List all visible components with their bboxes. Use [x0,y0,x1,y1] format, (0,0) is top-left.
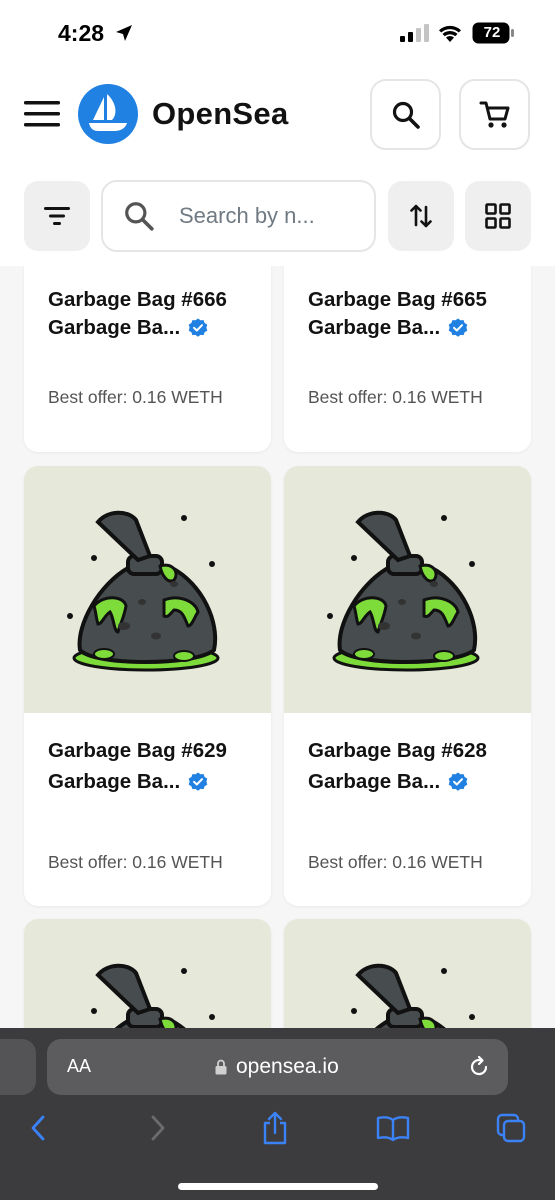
nft-image[interactable] [284,466,531,713]
lock-icon [215,1059,227,1075]
url-text[interactable]: opensea.io [236,1055,339,1079]
search-icon [392,101,420,129]
best-offer: Best offer: 0.16 WETH [48,387,223,407]
nft-collection[interactable]: Garbage Ba... [48,316,208,340]
filter-toolbar [0,166,555,266]
location-arrow-icon [116,25,132,41]
nft-card[interactable] [24,919,271,1030]
filter-icon [44,207,70,225]
collection-name: Garbage Ba... [48,316,181,339]
browser-toolbar: AA opensea.io [0,1028,555,1200]
cart-button[interactable] [459,79,530,150]
bookmarks-icon [376,1116,410,1142]
search-input[interactable] [179,203,369,229]
collection-name: Garbage Ba... [308,770,441,793]
nft-image[interactable] [284,919,531,1030]
previous-tab-peek[interactable] [0,1039,36,1095]
nft-card[interactable]: Garbage Bag #629 Garbage Ba... Best offe… [24,466,271,906]
sort-button[interactable] [388,181,454,251]
nft-collection[interactable]: Garbage Ba... [308,770,468,794]
grid-view-button[interactable] [465,181,531,251]
best-offer: Best offer: 0.16 WETH [308,852,483,872]
nft-collection[interactable]: Garbage Ba... [48,770,208,794]
status-bar: 4:28 72 [0,0,555,66]
search-icon [125,202,154,231]
opensea-logo-icon[interactable] [78,84,138,144]
verified-badge-icon [188,318,208,337]
garbage-bag-image [327,510,480,672]
forward-button[interactable] [138,1110,178,1146]
share-icon [263,1111,287,1145]
back-button[interactable] [18,1110,58,1146]
header-search-button[interactable] [370,79,441,150]
collection-name: Garbage Ba... [48,770,181,793]
verified-badge-icon [448,772,468,791]
grid-view-icon [485,203,511,229]
verified-badge-icon [188,772,208,791]
wifi-icon [439,25,461,42]
best-offer: Best offer: 0.16 WETH [308,387,483,407]
nft-grid: Garbage Bag #666 Garbage Ba... Best offe… [0,266,555,1030]
status-time: 4:28 [58,20,105,46]
menu-icon[interactable] [24,100,60,128]
sort-icon [410,204,432,228]
nft-collection[interactable]: Garbage Ba... [308,316,468,340]
tabs-button[interactable] [491,1110,531,1146]
nft-title: Garbage Bag #629 [48,739,227,762]
nft-image[interactable] [24,466,271,713]
forward-icon [151,1115,165,1141]
verified-badge-icon [448,318,468,337]
cellular-signal-icon [400,24,429,42]
nft-card[interactable]: Garbage Bag #665 Garbage Ba... Best offe… [284,266,531,452]
nft-title: Garbage Bag #628 [308,739,487,762]
nft-card[interactable]: Garbage Bag #628 Garbage Ba... Best offe… [284,466,531,906]
tabs-icon [496,1113,526,1143]
reader-options-button[interactable]: AA [67,1056,91,1077]
nft-card[interactable] [284,919,531,1030]
cart-icon [479,101,509,128]
back-icon [31,1115,45,1141]
nft-title: Garbage Bag #665 [308,288,487,311]
garbage-bag-image [91,963,215,1030]
share-button[interactable] [255,1110,295,1146]
search-field[interactable] [101,180,376,252]
battery-level: 72 [483,24,501,41]
nft-title: Garbage Bag #666 [48,288,227,311]
address-bar[interactable]: AA opensea.io [47,1039,508,1095]
reload-icon[interactable] [467,1055,491,1079]
bookmarks-button[interactable] [373,1110,413,1146]
collection-name: Garbage Ba... [308,316,441,339]
app-header: OpenSea [0,66,555,166]
nft-card[interactable]: Garbage Bag #666 Garbage Ba... Best offe… [24,266,271,452]
best-offer: Best offer: 0.16 WETH [48,852,223,872]
nft-image[interactable] [24,919,271,1030]
garbage-bag-image [67,510,220,672]
home-indicator[interactable] [178,1183,378,1190]
garbage-bag-image [351,963,475,1030]
filter-button[interactable] [24,181,90,251]
brand-name[interactable]: OpenSea [152,96,288,132]
